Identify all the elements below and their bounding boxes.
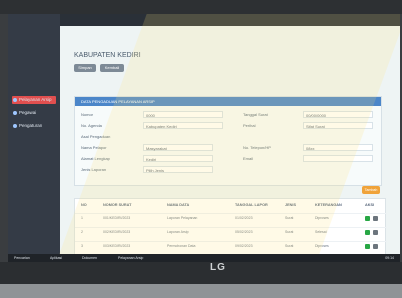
form-row: Nomor 0000 Tanggal Surat 00/00/0000 bbox=[81, 111, 375, 119]
field-input[interactable]: 08xx bbox=[303, 144, 373, 151]
cell-keterangan: Diproses bbox=[315, 216, 329, 220]
column-header-tanggal: TANGGAL LAPOR bbox=[235, 203, 268, 207]
add-button[interactable]: Tambah bbox=[362, 186, 380, 194]
select-field[interactable]: Pilih Jenis bbox=[143, 166, 213, 173]
field-input[interactable] bbox=[303, 155, 373, 162]
cell-nama: Laporan Pelayanan bbox=[167, 216, 198, 220]
screen: Pelayanan Arsip Pegawai Pengaturan KABUP… bbox=[8, 14, 400, 262]
edit-icon[interactable] bbox=[365, 216, 370, 221]
field-label: Nomor bbox=[81, 112, 94, 117]
taskbar: Pencarian Aplikasi Dokumen Pelayanan Ars… bbox=[8, 254, 400, 262]
cell-nama: Laporan Arsip bbox=[167, 230, 189, 234]
taskbar-item[interactable]: Pencarian bbox=[12, 254, 32, 262]
cell-no: 1 bbox=[81, 216, 83, 220]
cell-nomor: 003/KEDIRI/2023 bbox=[103, 244, 131, 248]
sidebar-item-pegawai[interactable]: Pegawai bbox=[12, 109, 56, 117]
save-button[interactable]: Simpan bbox=[74, 64, 96, 72]
cell-tanggal: 05/02/2023 bbox=[235, 230, 253, 234]
cell-jenis: Surat bbox=[285, 230, 294, 234]
field-label: Perihal bbox=[243, 123, 256, 128]
taskbar-item[interactable]: Dokumen bbox=[80, 254, 99, 262]
field-label: Nama Pelapor bbox=[81, 145, 107, 150]
form-panel-header: DATA PENGADUAN PELAYANAN ARSIP bbox=[75, 97, 381, 106]
table-row[interactable]: 3 003/KEDIRI/2023 Permohonan Data 09/02/… bbox=[75, 241, 387, 251]
field-input[interactable]: Kabupaten Kediri bbox=[143, 122, 223, 129]
table-row[interactable]: 2 002/KEDIRI/2023 Laporan Arsip 05/02/20… bbox=[75, 227, 387, 237]
sidebar-item-pelayanan-arsip[interactable]: Pelayanan Arsip bbox=[12, 96, 56, 104]
delete-icon[interactable] bbox=[373, 230, 378, 235]
sidebar-item-label: Pegawai bbox=[19, 110, 37, 115]
page-title: KABUPATEN KEDIRI bbox=[74, 52, 141, 59]
field-label: Asal Pengaduan bbox=[81, 134, 111, 139]
cell-keterangan: Diproses bbox=[315, 244, 329, 248]
monitor-logo: LG bbox=[210, 262, 226, 273]
field-label: Tanggal Surat bbox=[243, 112, 268, 117]
delete-icon[interactable] bbox=[373, 244, 378, 249]
cell-tanggal: 01/02/2023 bbox=[235, 216, 253, 220]
sidebar: Pelayanan Arsip Pegawai Pengaturan bbox=[8, 14, 60, 262]
field-input[interactable]: Masyarakat bbox=[143, 144, 213, 151]
field-label: Jenis Laporan bbox=[81, 167, 107, 172]
form-panel: DATA PENGADUAN PELAYANAN ARSIP Nomor 000… bbox=[74, 96, 382, 186]
field-label: Email bbox=[243, 156, 254, 161]
field-input[interactable]: Sifat Surat bbox=[303, 122, 373, 129]
column-header-no: NO bbox=[81, 203, 87, 207]
column-header-keterangan: KETERANGAN bbox=[315, 203, 342, 207]
data-table: NO NOMOR SURAT NAMA DATA TANGGAL LAPOR J… bbox=[74, 198, 387, 260]
column-header-jenis: JENIS bbox=[285, 203, 296, 207]
taskbar-item[interactable]: Pelayanan Arsip bbox=[116, 254, 145, 262]
cell-no: 3 bbox=[81, 244, 83, 248]
cell-nama: Permohonan Data bbox=[167, 244, 196, 248]
form-row: Asal Pengaduan bbox=[81, 133, 375, 141]
field-label: No. Telepon/HP bbox=[243, 145, 271, 150]
menu-icon bbox=[13, 111, 17, 115]
sidebar-item-pengaturan[interactable]: Pengaturan bbox=[12, 122, 56, 130]
cell-jenis: Surat bbox=[285, 244, 294, 248]
menu-icon bbox=[13, 98, 17, 102]
column-header-nama: NAMA DATA bbox=[167, 203, 190, 207]
cell-no: 2 bbox=[81, 230, 83, 234]
monitor-bezel-top bbox=[0, 0, 402, 14]
edit-icon[interactable] bbox=[365, 244, 370, 249]
menu-icon bbox=[13, 124, 17, 128]
monitor: Pelayanan Arsip Pegawai Pengaturan KABUP… bbox=[0, 0, 402, 298]
topbar bbox=[60, 14, 400, 26]
field-input[interactable]: 00/00/0000 bbox=[303, 111, 373, 118]
cell-nomor: 001/KEDIRI/2023 bbox=[103, 216, 131, 220]
edit-icon[interactable] bbox=[365, 230, 370, 235]
form-row: Nama Pelapor Masyarakat No. Telepon/HP 0… bbox=[81, 144, 375, 152]
sidebar-item-label: Pelayanan Arsip bbox=[19, 97, 52, 102]
delete-icon[interactable] bbox=[373, 216, 378, 221]
form-row: Alamat Lengkap Kediri Email bbox=[81, 155, 375, 163]
field-input[interactable]: Kediri bbox=[143, 155, 213, 162]
column-header-aksi: AKSI bbox=[365, 203, 375, 207]
field-label: No. Agenda bbox=[81, 123, 102, 128]
taskbar-item[interactable]: Aplikasi bbox=[48, 254, 64, 262]
form-row: Jenis Laporan Pilih Jenis bbox=[81, 166, 375, 174]
field-label: Alamat Lengkap bbox=[81, 156, 110, 161]
back-button[interactable]: Kembali bbox=[100, 64, 124, 72]
cell-tanggal: 09/02/2023 bbox=[235, 244, 253, 248]
form-row: No. Agenda Kabupaten Kediri Perihal Sifa… bbox=[81, 122, 375, 130]
sidebar-item-label: Pengaturan bbox=[19, 123, 43, 128]
taskbar-clock: 09:14 bbox=[385, 256, 394, 260]
cell-keterangan: Selesai bbox=[315, 230, 327, 234]
main-content: KABUPATEN KEDIRI Simpan Kembali DATA PEN… bbox=[60, 26, 400, 262]
cell-nomor: 002/KEDIRI/2023 bbox=[103, 230, 131, 234]
desk-strip bbox=[0, 284, 402, 298]
field-input[interactable]: 0000 bbox=[143, 111, 223, 118]
cell-jenis: Surat bbox=[285, 216, 294, 220]
column-header-nomor: NOMOR SURAT bbox=[103, 203, 132, 207]
table-row[interactable]: 1 001/KEDIRI/2023 Laporan Pelayanan 01/0… bbox=[75, 213, 387, 223]
